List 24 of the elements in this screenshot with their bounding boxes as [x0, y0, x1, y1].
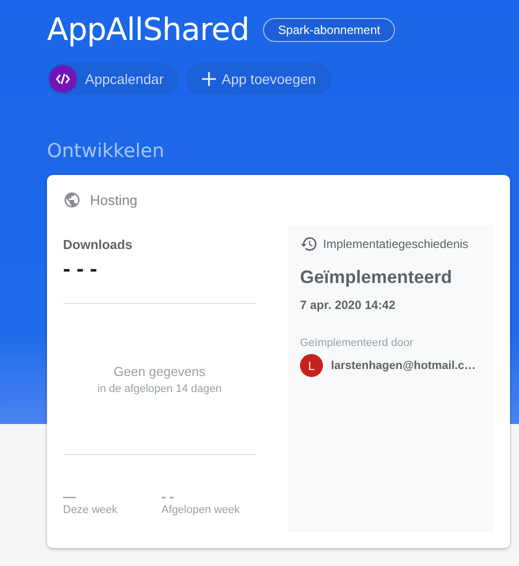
plan-badge: Spark-abonnement [263, 18, 396, 42]
card-title: Hosting [90, 192, 138, 208]
section-title: Ontwikkelen [47, 140, 166, 162]
deploy-date: 7 apr. 2020 14:42 [300, 298, 396, 312]
app-chip[interactable]: Appcalendar [47, 63, 178, 95]
deployed-by-label: Geïmplementeerd door [300, 337, 414, 349]
deploy-status: Geïmplementeerd [300, 267, 454, 288]
add-app-button[interactable]: App toevoegen [186, 63, 332, 95]
user-avatar: L [300, 354, 323, 377]
history-title: Implementatiegeschiedenis [323, 237, 468, 251]
plus-icon [202, 72, 216, 86]
stat-value: - - [161, 489, 175, 504]
empty-subtitle: in de afgelopen 14 dagen [97, 382, 222, 394]
globe-icon [63, 191, 81, 209]
downloads-value: - - - [63, 256, 98, 282]
stat-label: Afgelopen week [161, 504, 240, 516]
stat-value: — [63, 489, 77, 504]
empty-title: Geen gegevens [114, 364, 206, 378]
project-title: AppAllShared [47, 12, 250, 48]
history-icon [300, 235, 318, 253]
stat-label: Deze week [63, 504, 118, 516]
code-icon [49, 65, 77, 93]
user-email: larstenhagen@hotmail.c… [331, 360, 476, 372]
downloads-label: Downloads [63, 237, 134, 252]
